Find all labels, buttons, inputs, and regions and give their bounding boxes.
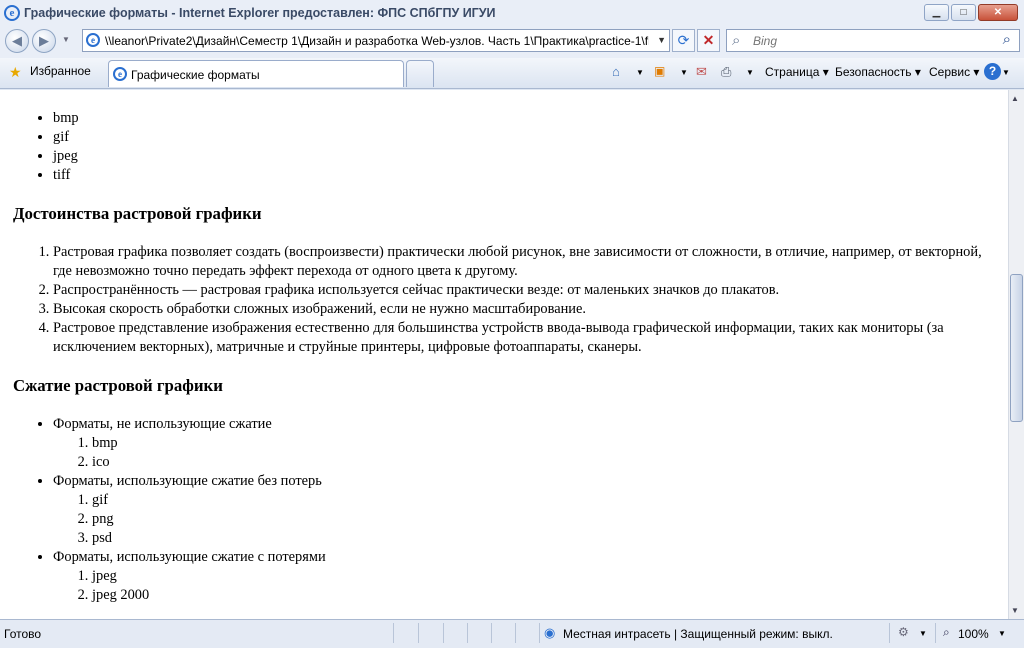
refresh-button[interactable]: ⟳: [672, 29, 695, 52]
title-bar: e Графические форматы - Internet Explore…: [0, 0, 1024, 27]
mail-icon[interactable]: ✉: [696, 64, 707, 80]
list-item: bmp: [92, 434, 1008, 453]
list-item: Растровое представление изображения есте…: [53, 319, 994, 357]
nested-list: bmp ico: [53, 434, 1008, 472]
list-item: Форматы, использующие сжатие с потерями …: [53, 548, 1008, 605]
address-text[interactable]: \\leanor\Private2\Дизайн\Семестр 1\Дизай…: [105, 34, 649, 48]
compression-list: Форматы, не использующие сжатие bmp ico …: [0, 415, 1008, 605]
format-list: bmp gif jpeg tiff: [0, 109, 1008, 185]
stop-button[interactable]: ✕: [697, 29, 720, 52]
close-window-button[interactable]: ✕: [978, 4, 1018, 21]
search-icon[interactable]: ⌕: [1003, 31, 1011, 48]
window-title: Графические форматы - Internet Explorer …: [24, 6, 496, 20]
intranet-zone-icon: ◉: [544, 625, 556, 640]
address-bar[interactable]: e \\leanor\Private2\Дизайн\Семестр 1\Диз…: [82, 29, 670, 52]
scroll-up-icon[interactable]: ▲: [1011, 94, 1019, 103]
search-input[interactable]: [751, 33, 995, 49]
maximize-button[interactable]: □: [951, 4, 976, 21]
nested-list: gif png psd: [53, 491, 1008, 548]
page-content: bmp gif jpeg tiff Достоинства растровой …: [0, 90, 1008, 619]
forward-button[interactable]: ▶: [32, 29, 56, 53]
feeds-dropdown-icon[interactable]: ▼: [680, 68, 688, 77]
minimize-button[interactable]: ▁: [924, 4, 949, 21]
compression-group-label: Форматы, использующие сжатие без потерь: [53, 473, 322, 489]
tools-menu[interactable]: Сервис ▾: [929, 65, 979, 79]
tab-page-icon: e: [113, 67, 127, 81]
list-item: Растровая графика позволяет создать (вос…: [53, 243, 994, 281]
new-tab-button[interactable]: [406, 60, 434, 87]
list-item: jpeg: [53, 147, 1008, 166]
zoom-level[interactable]: 100%: [958, 627, 989, 641]
address-dropdown-icon[interactable]: ▼: [657, 35, 666, 45]
safety-menu-label: Безопасность: [835, 65, 912, 79]
recent-pages-dropdown-icon[interactable]: ▼: [62, 35, 70, 44]
print-icon[interactable]: ⎙: [721, 64, 731, 80]
compression-group-label: Форматы, использующие сжатие с потерями: [53, 549, 326, 565]
print-dropdown-icon[interactable]: ▼: [746, 68, 754, 77]
list-item: Форматы, использующие сжатие без потерь …: [53, 472, 1008, 548]
page-menu[interactable]: Страница ▾: [765, 65, 829, 79]
search-provider-icon: ⌕: [732, 32, 741, 49]
list-item: ico: [92, 453, 1008, 472]
list-item: Форматы, не использующие сжатие bmp ico: [53, 415, 1008, 472]
page-menu-label: Страница: [765, 65, 820, 79]
zoom-icon[interactable]: ⌕: [943, 625, 950, 640]
favorites-star-icon: ★: [9, 64, 22, 80]
advantages-list: Растровая графика позволяет создать (вос…: [0, 243, 1008, 357]
page-icon: e: [86, 33, 100, 47]
scroll-down-icon[interactable]: ▼: [1011, 606, 1019, 615]
list-item: Высокая скорость обработки сложных изобр…: [53, 300, 994, 319]
tab-label: Графические форматы: [131, 68, 260, 82]
list-item: tiff: [53, 166, 1008, 185]
list-item: gif: [92, 491, 1008, 510]
search-box[interactable]: ⌕ ⌕: [726, 29, 1020, 52]
help-icon[interactable]: ?: [984, 63, 1001, 80]
list-item: bmp: [53, 109, 1008, 128]
status-text: Готово: [4, 627, 42, 641]
help-dropdown-icon[interactable]: ▼: [1002, 68, 1010, 77]
navigation-bar: ◀ ▶ ▼ e \\leanor\Private2\Дизайн\Семестр…: [0, 26, 1024, 58]
command-bar: ★ Избранное e Графические форматы ⌂ ▼ ▣ …: [0, 58, 1024, 89]
favorites-button[interactable]: Избранное: [30, 64, 91, 78]
list-item: jpeg: [92, 567, 1008, 586]
compression-group-label: Форматы, не использующие сжатие: [53, 416, 272, 432]
nested-list: jpeg jpeg 2000: [53, 567, 1008, 605]
vertical-scrollbar[interactable]: ▲ ▼: [1008, 90, 1024, 619]
protected-mode-dropdown-icon[interactable]: ▼: [919, 629, 927, 638]
scrollbar-thumb[interactable]: [1010, 274, 1023, 422]
tools-menu-label: Сервис: [929, 65, 971, 79]
ie-logo-icon: e: [4, 5, 20, 21]
security-zone-text[interactable]: Местная интрасеть | Защищенный режим: вы…: [563, 627, 833, 641]
list-item: jpeg 2000: [92, 586, 1008, 605]
list-item: png: [92, 510, 1008, 529]
compression-heading: Сжатие растровой графики: [13, 376, 223, 395]
back-button[interactable]: ◀: [5, 29, 29, 53]
list-item: psd: [92, 529, 1008, 548]
list-item: Распространённость — растровая графика и…: [53, 281, 994, 300]
advantages-heading: Достоинства растровой графики: [13, 204, 262, 223]
zoom-dropdown-icon[interactable]: ▼: [998, 629, 1006, 638]
safety-menu[interactable]: Безопасность ▾: [835, 65, 921, 79]
list-item: gif: [53, 128, 1008, 147]
home-dropdown-icon[interactable]: ▼: [636, 68, 644, 77]
protected-mode-icon[interactable]: ⚙: [898, 625, 909, 639]
feeds-icon[interactable]: ▣: [654, 64, 665, 78]
tab-graphic-formats[interactable]: e Графические форматы: [108, 60, 404, 87]
status-bar: Готово ◉ Местная интрасеть | Защищенный …: [0, 619, 1024, 648]
home-icon[interactable]: ⌂: [612, 64, 620, 79]
